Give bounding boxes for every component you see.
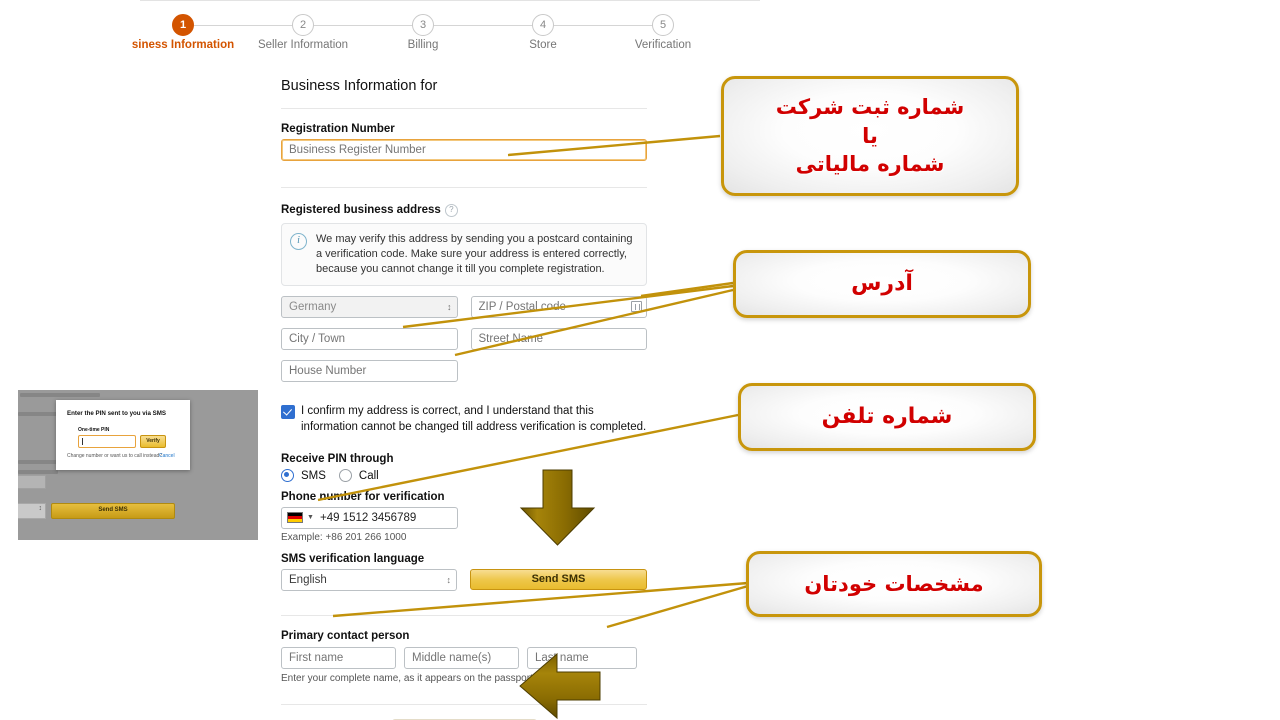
step-label-verification: Verification [634, 39, 692, 51]
receive-pin-label: Receive PIN through [281, 453, 394, 465]
zip-field-wrap [470, 296, 647, 318]
arrow-left-next-button [519, 652, 601, 720]
inset-blur-line-4 [18, 470, 58, 474]
sms-language-select[interactable]: English [281, 569, 457, 591]
step-circle-4[interactable]: 4 [532, 14, 554, 36]
callout-3-line-1: شماره تلفن [821, 404, 953, 430]
step-label-business-information: siness Information [131, 39, 235, 51]
radio-sms[interactable] [281, 469, 294, 482]
address-confirm-label: I confirm my address is correct, and I u… [301, 405, 647, 433]
house-field-wrap [281, 360, 458, 382]
middle-name-input[interactable] [404, 647, 519, 669]
text-caret [82, 438, 83, 445]
radio-call-label: Call [358, 469, 379, 482]
send-sms-button[interactable]: Send SMS [470, 569, 647, 590]
send-sms-wrap: Send SMS [470, 569, 647, 591]
step-circle-2[interactable]: 2 [292, 14, 314, 36]
postal-lookup-icon[interactable] [631, 301, 642, 312]
divider-address [281, 187, 647, 188]
step-circle-5[interactable]: 5 [652, 14, 674, 36]
chevron-down-icon-country[interactable]: ▼ [307, 514, 314, 521]
street-name-input[interactable] [470, 328, 647, 350]
callout-1-line-2: یا [862, 123, 878, 148]
sms-language-select-wrap: English ↕ [281, 569, 457, 591]
callout-1-line-3: شماره مالیاتی [795, 152, 945, 177]
callout-1-line-1: شماره ثبت شرکت [775, 95, 965, 120]
step-circle-1[interactable]: 1 [172, 14, 194, 36]
pin-modal-field-label: One-time PIN [78, 427, 110, 433]
country-select-wrap: Germany ↕ [281, 296, 458, 318]
pin-modal-title: Enter the PIN sent to you via SMS [67, 410, 167, 417]
callout-personal-details: مشخصات خودتان [746, 551, 1042, 617]
divider-contact [281, 615, 647, 616]
address-verification-notice: i We may verify this address by sending … [281, 223, 647, 286]
city-town-input[interactable] [281, 328, 458, 350]
registration-number-input[interactable] [281, 139, 647, 161]
step-label-billing: Billing [407, 39, 439, 51]
phone-field-wrap: ▼ [281, 507, 458, 529]
street-field-wrap [470, 328, 647, 350]
primary-contact-label: Primary contact person [281, 630, 410, 642]
step-number-5: 5 [659, 19, 667, 31]
inset-blur-line-1 [20, 393, 100, 397]
registration-stepper: 1 2 3 4 5 siness Information Seller Info… [132, 0, 760, 61]
sms-language-label: SMS verification language [281, 553, 425, 565]
divider-title [281, 108, 647, 109]
pin-modal-verify-button[interactable]: Verify [140, 435, 166, 448]
arrow-down-send-sms [519, 469, 596, 546]
country-select[interactable]: Germany [281, 296, 458, 318]
help-question-icon[interactable]: ? [444, 204, 458, 217]
step-label-seller-information: Seller Information [257, 39, 349, 51]
inset-send-sms-button[interactable]: Send SMS [51, 503, 175, 519]
step-number-1: 1 [179, 19, 187, 31]
step-number-4: 4 [539, 19, 547, 31]
city-field-wrap [281, 328, 458, 350]
first-name-input[interactable] [281, 647, 396, 669]
step-label-store: Store [529, 39, 557, 51]
address-confirm-row[interactable]: I confirm my address is correct, and I u… [281, 404, 647, 435]
pin-modal-change-note: Change number or want us to call instead… [67, 453, 163, 459]
info-icon: i [290, 233, 307, 250]
screenshot-root: 1 2 3 4 5 siness Information Seller Info… [0, 0, 1280, 720]
house-number-input[interactable] [281, 360, 458, 382]
callout-address: آدرس [733, 250, 1031, 318]
page-title: Business Information for [281, 78, 438, 94]
step-number-3: 3 [419, 19, 427, 31]
zip-postal-code-input[interactable] [470, 296, 647, 318]
callout-registration-number: شماره ثبت شرکت یا شماره مالیاتی [721, 76, 1019, 196]
step-number-2: 2 [299, 19, 307, 31]
inset-pin-verification-screenshot: Enter the PIN sent to you via SMS One-ti… [18, 390, 258, 540]
pin-modal-cancel-link[interactable]: Cancel [159, 453, 175, 459]
radio-call[interactable] [338, 469, 352, 482]
pin-modal: Enter the PIN sent to you via SMS One-ti… [56, 400, 190, 470]
registered-address-label: Registered business address [281, 204, 441, 216]
pin-modal-input[interactable] [78, 435, 136, 448]
address-notice-text: We may verify this address by sending yo… [316, 233, 633, 275]
registration-number-label: Registration Number [281, 123, 395, 135]
inset-blur-box-1 [18, 475, 46, 489]
business-information-form: Business Information for Registration Nu… [281, 78, 647, 720]
step-circle-3[interactable]: 3 [412, 14, 434, 36]
germany-flag-icon[interactable] [287, 512, 303, 523]
callout-2-line-1: آدرس [851, 271, 913, 297]
radio-sms-label: SMS [301, 469, 326, 482]
callout-4-line-1: مشخصات خودتان [804, 571, 984, 596]
address-confirm-checkbox[interactable] [281, 405, 295, 419]
callout-phone-number: شماره تلفن [738, 383, 1036, 451]
inset-language-select[interactable] [18, 503, 46, 519]
